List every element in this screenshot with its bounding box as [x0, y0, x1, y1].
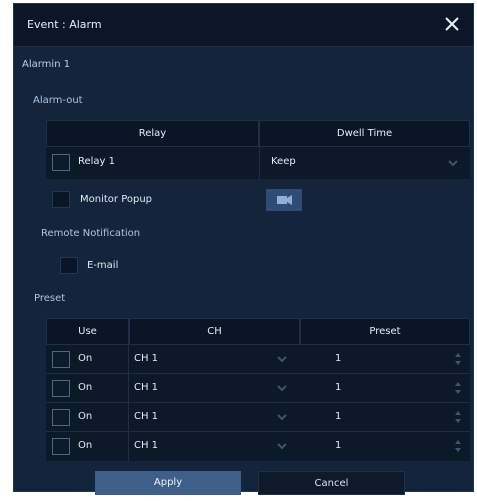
preset-column-header: Preset [300, 318, 470, 345]
dwell-time-select[interactable]: Keep [260, 147, 470, 179]
preset-use-label: On [78, 411, 93, 422]
preset-table-body: On CH 1 1 On CH 1 1 On CH 1 1 On CH 1 1 [46, 345, 470, 461]
preset-ch-select[interactable]: CH 1 [129, 403, 299, 432]
apply-button[interactable]: Apply [95, 471, 241, 495]
ch-column-header: CH [129, 318, 300, 345]
preset-ch-value: CH 1 [134, 440, 159, 451]
preset-ch-value: CH 1 [134, 382, 159, 393]
preset-use-label: On [78, 382, 93, 393]
preset-use-checkbox[interactable] [52, 351, 70, 368]
preset-ch-select[interactable]: CH 1 [129, 374, 299, 403]
use-column-header: Use [46, 318, 129, 345]
dwell-time-value: Keep [271, 156, 296, 167]
preset-use-checkbox[interactable] [52, 409, 70, 426]
table-row: On CH 1 1 [46, 345, 470, 374]
preset-number-value: 1 [335, 353, 342, 364]
monitor-popup-checkbox[interactable] [52, 191, 70, 208]
alarmin-label: Alarmin 1 [22, 59, 71, 70]
title-bar: Event : Alarm [14, 4, 473, 47]
relay-row: Relay 1 Keep [46, 147, 470, 179]
email-checkbox[interactable] [60, 257, 78, 274]
event-alarm-dialog: Event : Alarm Alarmin 1 Alarm-out Relay … [13, 3, 474, 495]
table-row: On CH 1 1 [46, 374, 470, 403]
table-row: On CH 1 1 [46, 403, 470, 432]
cancel-button[interactable]: Cancel [258, 471, 405, 495]
chevron-down-icon [277, 443, 287, 450]
chevron-down-icon [277, 356, 287, 363]
preset-number-value: 1 [335, 382, 342, 393]
preset-use-label: On [78, 440, 93, 451]
preset-section-label: Preset [34, 293, 66, 304]
spinner-arrows-icon[interactable] [454, 410, 462, 424]
preset-use-label: On [78, 353, 93, 364]
dialog-title: Event : Alarm [27, 18, 102, 31]
close-icon[interactable] [441, 13, 463, 35]
relay-1-label: Relay 1 [78, 156, 116, 167]
remote-notification-section-label: Remote Notification [41, 228, 141, 239]
spinner-arrows-icon[interactable] [454, 439, 462, 453]
preset-ch-value: CH 1 [134, 353, 159, 364]
spinner-arrows-icon[interactable] [454, 381, 462, 395]
relay-column-header: Relay [46, 120, 259, 147]
camera-icon[interactable] [266, 189, 302, 211]
preset-use-checkbox[interactable] [52, 380, 70, 397]
relay-1-checkbox[interactable] [52, 154, 70, 171]
preset-number-value: 1 [335, 411, 342, 422]
table-row: On CH 1 1 [46, 432, 470, 461]
monitor-popup-label: Monitor Popup [80, 194, 153, 205]
preset-use-checkbox[interactable] [52, 438, 70, 455]
chevron-down-icon [448, 160, 458, 167]
spinner-arrows-icon[interactable] [454, 352, 462, 366]
preset-ch-select[interactable]: CH 1 [129, 432, 299, 461]
preset-ch-value: CH 1 [134, 411, 159, 422]
chevron-down-icon [277, 385, 287, 392]
chevron-down-icon [277, 414, 287, 421]
dwell-time-column-header: Dwell Time [259, 120, 470, 147]
alarm-out-section-label: Alarm-out [33, 95, 83, 106]
email-label: E-mail [87, 260, 119, 271]
preset-number-value: 1 [335, 440, 342, 451]
preset-ch-select[interactable]: CH 1 [129, 345, 299, 374]
